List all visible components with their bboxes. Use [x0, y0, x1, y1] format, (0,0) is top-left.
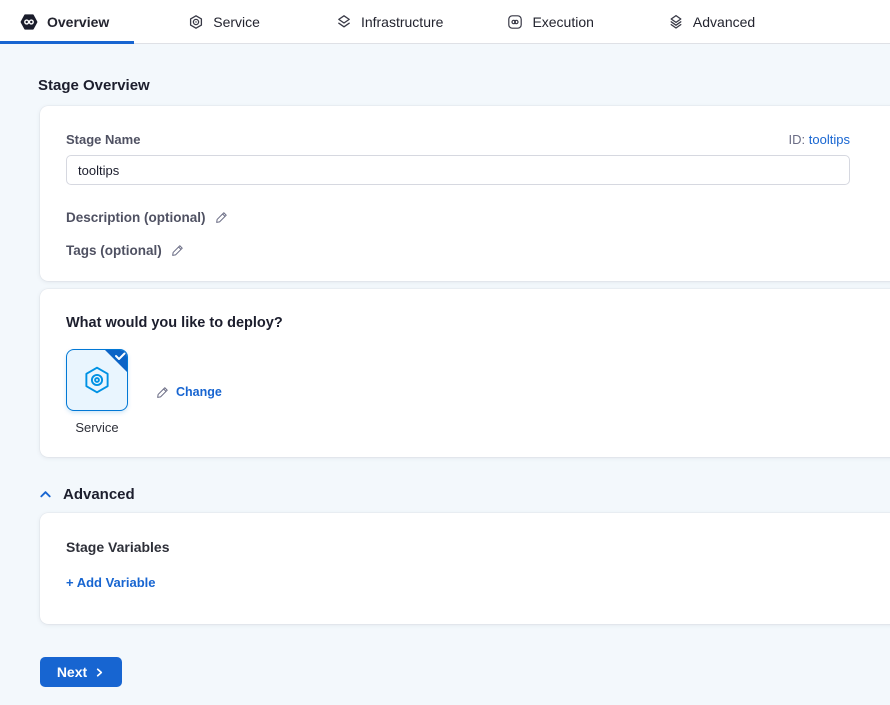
- chevron-up-icon: [38, 487, 53, 502]
- tab-advanced-label: Advanced: [693, 14, 755, 30]
- tab-service[interactable]: Service: [162, 0, 286, 43]
- advanced-section-title: Advanced: [63, 486, 135, 503]
- description-label: Description (optional): [66, 210, 206, 225]
- deploy-type-card: What would you like to deploy?: [40, 289, 890, 457]
- stage-variables-title: Stage Variables: [66, 539, 850, 555]
- tab-service-label: Service: [213, 14, 260, 30]
- infrastructure-icon: [336, 14, 352, 30]
- chevron-right-icon: [94, 667, 105, 678]
- change-link-label: Change: [176, 385, 222, 399]
- service-icon: [188, 14, 204, 30]
- stage-id-label: ID:: [789, 132, 806, 147]
- deploy-type-service-tile[interactable]: [66, 349, 128, 411]
- stage-overview-card: Stage Name ID: tooltips Description (opt…: [40, 106, 890, 281]
- tab-execution[interactable]: Execution: [481, 0, 619, 43]
- tags-edit-pencil-icon[interactable]: [171, 244, 184, 257]
- execution-icon: [507, 14, 523, 30]
- tab-execution-label: Execution: [532, 14, 593, 30]
- tab-overview-label: Overview: [47, 14, 109, 30]
- tab-advanced[interactable]: Advanced: [642, 0, 781, 43]
- deploy-question: What would you like to deploy?: [66, 315, 850, 331]
- advanced-section-toggle[interactable]: Advanced: [38, 486, 890, 503]
- description-edit-pencil-icon[interactable]: [215, 211, 228, 224]
- stage-tabbar: Overview Service Infrastructure: [0, 0, 890, 44]
- advanced-icon: [668, 14, 684, 30]
- stage-name-label: Stage Name: [66, 132, 140, 147]
- tab-infrastructure-label: Infrastructure: [361, 14, 443, 30]
- pencil-icon: [156, 386, 169, 399]
- deploy-type-label: Service: [66, 420, 128, 435]
- tab-overview[interactable]: Overview: [0, 0, 134, 43]
- checkmark-fold-icon: [104, 349, 128, 373]
- change-deploy-type-link[interactable]: Change: [156, 385, 222, 399]
- stage-id: ID: tooltips: [789, 132, 850, 147]
- stage-id-value-link[interactable]: tooltips: [809, 132, 850, 147]
- next-button[interactable]: Next: [40, 657, 122, 687]
- stage-overview-content: Stage Overview Stage Name ID: tooltips D…: [0, 44, 890, 687]
- tab-infrastructure[interactable]: Infrastructure: [310, 0, 469, 43]
- tags-label: Tags (optional): [66, 243, 162, 258]
- stage-variables-card: Stage Variables + Add Variable: [40, 513, 890, 624]
- cd-stage-hexagon-icon: [20, 13, 38, 31]
- stage-configuration-screen: Overview Service Infrastructure: [0, 0, 890, 705]
- next-button-label: Next: [57, 664, 87, 680]
- page-title: Stage Overview: [38, 77, 890, 94]
- stage-name-input[interactable]: [66, 155, 850, 185]
- add-variable-link[interactable]: + Add Variable: [66, 575, 850, 590]
